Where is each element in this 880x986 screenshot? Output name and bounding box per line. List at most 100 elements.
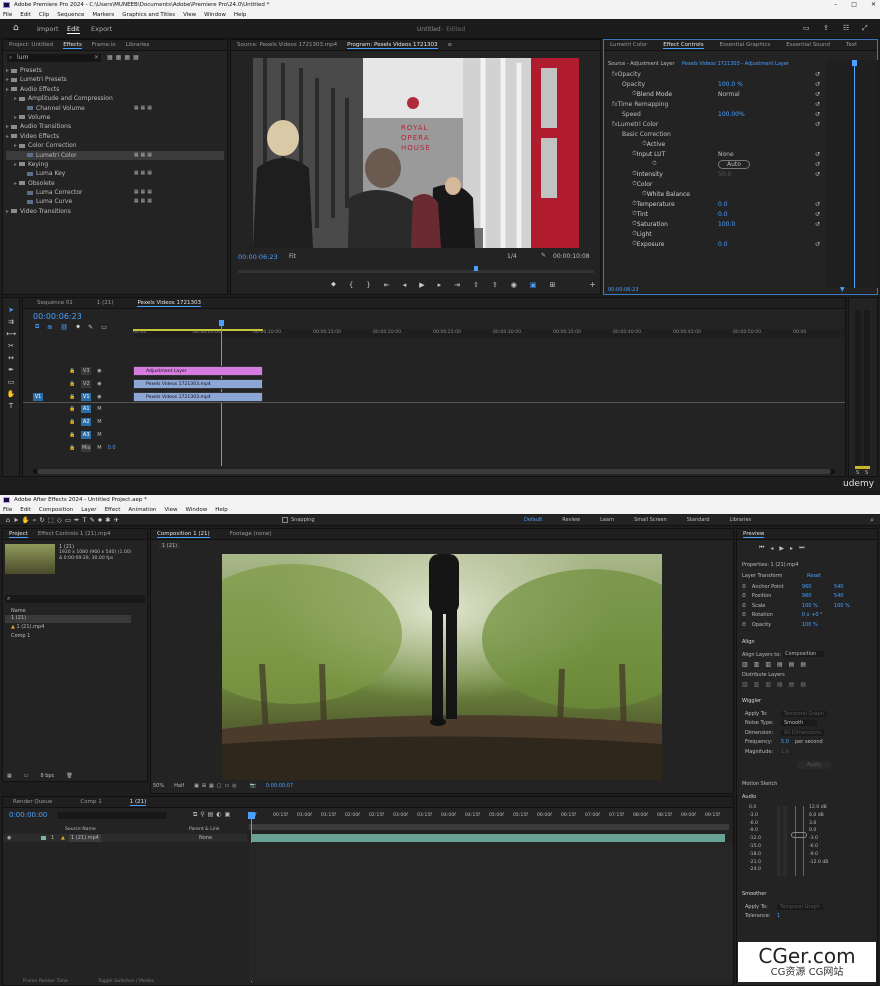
ec-property-value[interactable]: 0.0 [718,211,728,218]
ae-property-value-1[interactable]: 100 % [802,622,828,628]
ec-property-value[interactable]: None [718,151,734,158]
ec-property-row[interactable]: fx Lumetri Color ↺ [608,119,826,129]
share-icon[interactable]: ⇪ [823,24,829,32]
zoom-dropdown[interactable]: 50% [153,783,164,789]
ae-property-value-1[interactable]: 960 [802,593,828,599]
wiggler-apply-to-value[interactable]: Temporal Graph [781,710,827,717]
workspace-small-screen[interactable]: Small Screen [634,517,667,523]
close-icon[interactable]: ✕ [871,1,876,8]
ec-property-row[interactable]: Opacity 100.0 % ↺ [608,79,826,89]
quality-dropdown[interactable]: Half [174,783,184,789]
track-name[interactable]: V3 [81,367,92,375]
mute-icon[interactable]: M [97,419,101,425]
ae-layer-search[interactable] [57,812,167,819]
track-name[interactable]: Mix [81,443,92,452]
effects-filter-icons[interactable]: ▦▦▦▦ [107,54,142,61]
workspace-review[interactable]: Review [562,517,580,523]
effects-search-input[interactable]: ⌕ lum ✕ [7,54,101,62]
bpc-label[interactable]: 8 bpc [40,773,54,779]
extract-icon[interactable]: ⇪ [492,281,498,289]
wiggler-apply-button[interactable]: Apply [797,761,832,769]
reset-parameter-icon[interactable]: ↺ [815,71,820,78]
lock-icon[interactable]: 🔒 [69,394,75,400]
tab-essential-sound[interactable]: Essential Sound [786,42,830,48]
comp-footer-icons[interactable]: ▣⊞▦▢▭◎ [194,783,239,789]
stopwatch-icon[interactable]: ⏱ [742,622,746,628]
toggle-switches-modes[interactable]: Toggle Switches / Modes [98,979,154,984]
tab-footage[interactable]: Footage (none) [230,531,272,537]
effects-tree-item[interactable]: Luma Key ▦▦▦ [6,169,224,178]
menu-edit[interactable]: Edit [20,12,31,18]
lift-icon[interactable]: ⇧ [473,281,479,289]
track-header[interactable]: 🔒 V2 ◉ [23,378,133,390]
effects-tree-item[interactable]: ▸ Lumetri Presets [6,75,224,84]
eye-icon[interactable]: ◉ [97,368,101,374]
track-header[interactable]: 🔒 A3 M [23,429,133,441]
ae-property-row[interactable]: ⏱ Anchor Point 960 540 [742,582,872,592]
reset-parameter-icon[interactable]: ↺ [815,111,820,118]
track-name[interactable]: V2 [81,379,92,388]
timeline-clip[interactable]: Adjustment Layer [133,366,263,376]
tab-1-21[interactable]: 1 (21) [97,300,114,306]
ripple-edit-icon[interactable]: ⟷ [6,330,16,338]
preview-back-icon[interactable]: ◂ [770,545,773,552]
track-name[interactable]: A1 [81,405,92,414]
proxy-icon[interactable]: ⊞ [550,281,556,289]
ae-search-icon[interactable]: ⌕ [870,516,874,525]
ec-playhead[interactable] [854,60,855,288]
edit-tab[interactable]: Edit [67,25,80,34]
audio-slider-right[interactable] [803,806,804,876]
track-header[interactable]: 🔒 Mix M 0.0 [23,442,133,454]
workspace-standard[interactable]: Standard [687,517,710,523]
ae-property-value-2[interactable]: 540 [834,593,844,599]
ec-property-row[interactable]: ⏱ Auto ↺ [608,159,826,169]
lock-icon[interactable]: 🔒 [69,445,75,451]
ec-property-row[interactable]: ⏱ Color [608,179,826,189]
effects-tree-item[interactable]: ▸ Amplitude and Compression [6,94,224,103]
lock-icon[interactable]: 🔒 [69,432,75,438]
comp-time[interactable]: 0:00:00:07 [266,783,293,789]
sequence-playhead-handle[interactable] [219,320,224,326]
mark-in-icon[interactable]: { [349,281,353,289]
align-to-dropdown[interactable]: Composition [783,651,825,657]
project-search-input[interactable]: ⌕ [5,595,145,603]
ae-layer-row[interactable]: ◉ 1 ▲ 1 (21).mp4 None [3,834,247,842]
layer-visibility-icon[interactable]: ◉ [7,834,11,842]
ec-filter-icon[interactable]: ▼ [840,286,845,293]
reset-parameter-icon[interactable]: ↺ [815,241,820,248]
minimize-icon[interactable]: – [834,1,837,8]
reset-parameter-icon[interactable]: ↺ [815,91,820,98]
ae-property-row[interactable]: ⏱ Position 960 540 [742,592,872,602]
effects-tree-item[interactable]: ▸ Volume [6,113,224,122]
layer-name[interactable]: 1 (21).mp4 [69,834,101,842]
ae-menu-edit[interactable]: Edit [20,507,31,513]
effects-tree-item[interactable]: ▸ Color Correction [6,141,224,150]
tab-effect-controls[interactable]: Effect Controls [663,42,704,49]
mute-icon[interactable]: M [97,406,101,412]
reset-parameter-icon[interactable]: ↺ [815,221,820,228]
tab-source-monitor[interactable]: Source: Pexels Videos 1721303.mp4 [237,42,337,48]
distribute-buttons[interactable]: ▥▥▥▤▤▤ [742,681,812,688]
menu-markers[interactable]: Markers [92,12,114,18]
ae-property-value-1[interactable]: 100 % [802,603,828,609]
work-area-bar[interactable] [133,329,263,331]
resolution-dropdown[interactable]: 1/4 [507,253,517,260]
ec-playhead-handle[interactable] [852,60,857,66]
track-name[interactable]: A3 [81,431,92,439]
reset-parameter-icon[interactable]: ↺ [815,121,820,128]
ec-property-value[interactable]: 0.0 [718,241,728,248]
workspace-libraries[interactable]: Libraries [730,517,752,523]
dimension-value[interactable]: All Dimensions [781,729,824,736]
reset-parameter-icon[interactable]: ↺ [815,171,820,178]
new-folder-icon[interactable]: ▭ [24,773,29,779]
export-frame-icon[interactable]: ◉ [511,281,517,289]
linked-icon[interactable]: ⛓ [60,324,68,331]
effects-tree-item[interactable]: ▸ Video Effects [6,132,224,141]
lock-icon[interactable]: 🔒 [69,419,75,425]
ec-property-row[interactable]: ⏱ Exposure 0.0 ↺ [608,239,826,249]
step-back-icon[interactable]: ◂ [403,281,407,289]
track-header[interactable]: V1 🔒 V1 ◉ [23,391,133,403]
eye-icon[interactable]: ◉ [97,394,101,400]
meter-solo-left[interactable]: S [856,470,859,476]
track-header[interactable]: 🔒 A1 M [23,403,133,415]
